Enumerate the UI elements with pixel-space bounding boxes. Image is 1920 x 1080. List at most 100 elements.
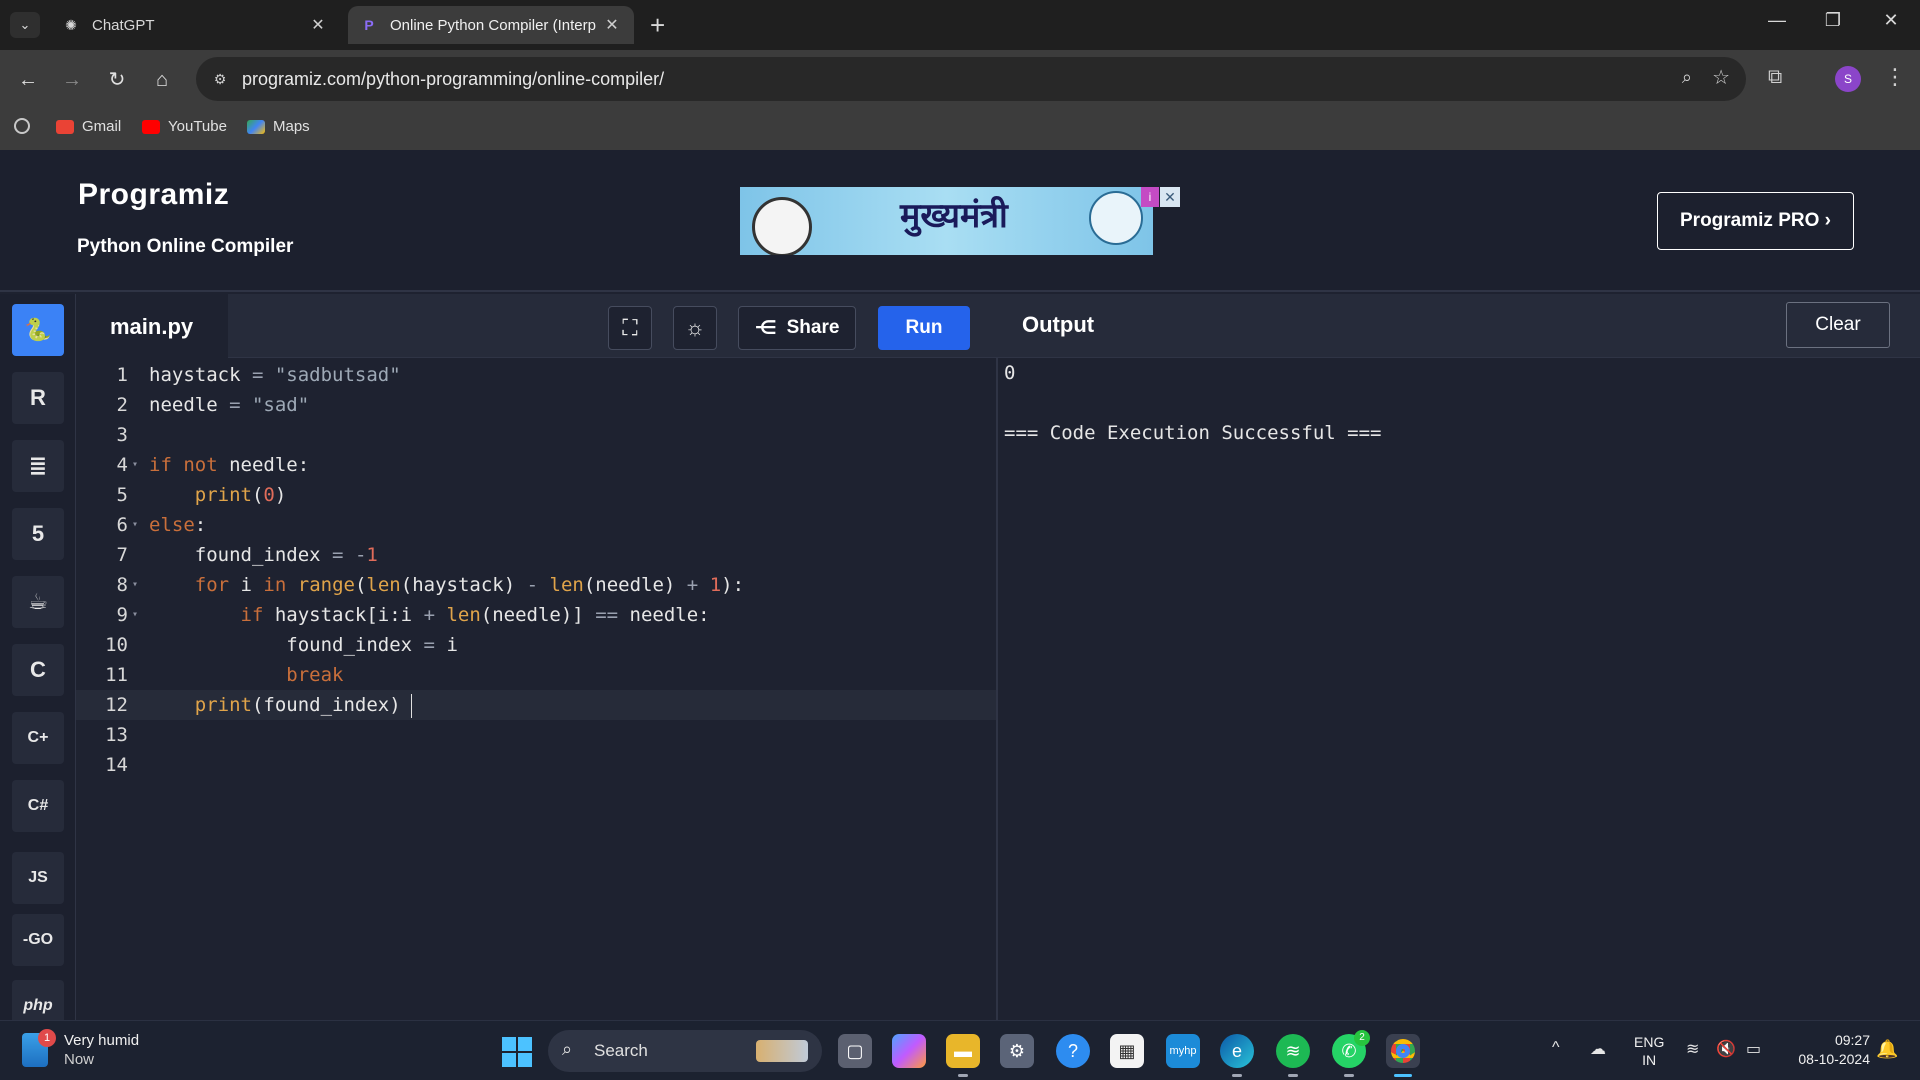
chrome-icon[interactable]: [1386, 1034, 1420, 1077]
close-icon[interactable]: ✕: [602, 15, 622, 35]
system-clock[interactable]: 09:27 08-10-2024: [1786, 1031, 1870, 1069]
html5-icon[interactable]: 5: [12, 508, 64, 560]
bookmark-star-icon[interactable]: ☆: [1712, 65, 1730, 90]
js-icon[interactable]: JS: [12, 852, 64, 904]
restore-icon[interactable]: ❐: [1818, 10, 1848, 31]
programiz-page: Programiz Python Online Compiler मुख्यमं…: [0, 150, 1920, 1032]
output-console[interactable]: 0 === Code Execution Successful ===: [1004, 358, 1382, 448]
window-close-icon[interactable]: ✕: [1876, 10, 1906, 31]
url-text[interactable]: programiz.com/python-programming/online-…: [242, 69, 664, 90]
file-tab-main-py[interactable]: main.py: [76, 294, 228, 359]
tab-chatgpt[interactable]: ✺ ChatGPT ✕: [50, 6, 340, 44]
code-line[interactable]: 1 haystack = "sadbutsad": [76, 360, 996, 390]
fold-arrow-icon[interactable]: ▾: [132, 600, 142, 630]
new-tab-button[interactable]: +: [650, 10, 665, 40]
code-line[interactable]: 7 found_index = -1: [76, 540, 996, 570]
whatsapp-badge: 2: [1354, 1030, 1370, 1046]
code-line[interactable]: 9 ▾ if haystack[i:i + len(needle)] == nee…: [76, 600, 996, 630]
notification-bell-icon[interactable]: 🔔: [1876, 1039, 1898, 1060]
zoom-icon[interactable]: ⌕: [1682, 67, 1692, 88]
python-icon[interactable]: 🐍: [12, 304, 64, 356]
extensions-icon[interactable]: ⧉: [1768, 66, 1782, 89]
code-line[interactable]: 12 print(found_index): [76, 690, 996, 720]
code-line[interactable]: 14: [76, 750, 996, 780]
task-view-icon[interactable]: ▢: [838, 1034, 872, 1068]
editor-toolbar: main.py ⛶ ☼ ⋲ Share Run: [76, 294, 998, 359]
code-line[interactable]: 10 found_index = i: [76, 630, 996, 660]
bookmark-gmail[interactable]: Gmail: [56, 118, 121, 135]
bookmark-maps[interactable]: Maps: [247, 118, 310, 135]
fold-arrow-icon[interactable]: ▾: [132, 450, 142, 480]
windows-start-icon[interactable]: [502, 1037, 532, 1067]
whatsapp-icon[interactable]: ✆ 2: [1332, 1030, 1370, 1077]
code-editor[interactable]: 1 haystack = "sadbutsad" 2 needle = "sad" 3 4…: [76, 358, 998, 1020]
code-line[interactable]: 11 break: [76, 660, 996, 690]
code-line[interactable]: 13: [76, 720, 996, 750]
programiz-pro-button[interactable]: Programiz PRO ›: [1657, 192, 1854, 250]
page-subtitle: Python Online Compiler: [77, 236, 294, 257]
line-number: 8: [116, 574, 128, 596]
forward-icon[interactable]: →: [58, 66, 86, 94]
microsoft-store-icon[interactable]: ▦: [1110, 1034, 1144, 1068]
edge-icon[interactable]: e: [1220, 1034, 1254, 1077]
run-button[interactable]: Run: [878, 306, 970, 350]
code-line[interactable]: 2 needle = "sad": [76, 390, 996, 420]
taskbar-search[interactable]: ⌕ Search: [548, 1030, 822, 1072]
weather-widget[interactable]: Very humid Now: [64, 1031, 139, 1069]
copilot-icon[interactable]: [892, 1034, 926, 1068]
close-icon[interactable]: ✕: [308, 15, 328, 35]
reload-icon[interactable]: ↻: [103, 66, 131, 94]
ad-info-icon[interactable]: i: [1141, 187, 1159, 207]
fullscreen-icon[interactable]: ⛶: [608, 306, 652, 350]
line-number: 12: [105, 694, 128, 716]
apps-globe-icon[interactable]: [14, 118, 38, 134]
spotify-icon[interactable]: ≋: [1276, 1034, 1310, 1077]
r-icon[interactable]: R: [12, 372, 64, 424]
fold-arrow-icon[interactable]: ▾: [132, 570, 142, 600]
fold-arrow-icon[interactable]: ▾: [132, 510, 142, 540]
back-icon[interactable]: ←: [14, 66, 42, 94]
clear-button[interactable]: Clear: [1786, 302, 1890, 348]
wifi-icon[interactable]: ≋: [1686, 1039, 1699, 1059]
c-icon[interactable]: C: [12, 644, 64, 696]
java-icon[interactable]: ☕: [12, 576, 64, 628]
csharp-icon[interactable]: C#: [12, 780, 64, 832]
share-button[interactable]: ⋲ Share: [738, 306, 856, 350]
advertisement-banner[interactable]: मुख्यमंत्री: [740, 187, 1153, 255]
volume-muted-icon[interactable]: 🔇: [1716, 1039, 1736, 1059]
show-hidden-icons-icon[interactable]: ^: [1552, 1039, 1560, 1057]
line-number: 11: [105, 664, 128, 686]
myhp-icon[interactable]: myhp: [1166, 1034, 1200, 1068]
site-info-icon[interactable]: ⚙: [206, 65, 234, 93]
code-line[interactable]: 3: [76, 420, 996, 450]
address-bar[interactable]: ⚙ programiz.com/python-programming/onlin…: [196, 57, 1746, 101]
output-header: Output Clear: [998, 294, 1920, 358]
bookmark-youtube[interactable]: YouTube: [142, 118, 227, 135]
ad-close-icon[interactable]: ✕: [1160, 187, 1180, 207]
onedrive-cloud-icon[interactable]: ☁: [1590, 1039, 1606, 1059]
profile-avatar[interactable]: S: [1835, 66, 1861, 92]
programiz-logo[interactable]: Programiz: [78, 178, 229, 212]
get-help-icon[interactable]: ?: [1056, 1034, 1090, 1068]
go-icon[interactable]: -GO: [12, 914, 64, 966]
line-number: 6: [116, 514, 128, 536]
input-language-indicator[interactable]: ENG IN: [1634, 1033, 1664, 1069]
code-line[interactable]: 8 ▾ for i in range(len(haystack) - len(ne…: [76, 570, 996, 600]
database-icon[interactable]: ≣: [12, 440, 64, 492]
minimize-icon[interactable]: —: [1762, 10, 1792, 31]
theme-toggle-icon[interactable]: ☼: [673, 306, 717, 350]
code-line[interactable]: 5 print(0): [76, 480, 996, 510]
cpp-icon[interactable]: C+: [12, 712, 64, 764]
tab-online-python-compiler[interactable]: P Online Python Compiler (Interp ✕: [348, 6, 634, 44]
home-icon[interactable]: ⌂: [148, 66, 176, 94]
menu-kebab-icon[interactable]: ⋮: [1884, 64, 1906, 90]
settings-icon[interactable]: ⚙: [1000, 1034, 1034, 1068]
battery-icon[interactable]: ▭: [1746, 1039, 1761, 1059]
code-line[interactable]: 6 ▾ else:: [76, 510, 996, 540]
code-text: needle = "sad": [149, 394, 310, 416]
language-code: ENG: [1634, 1034, 1665, 1050]
tab-search-menu-button[interactable]: ⌄: [10, 12, 40, 38]
file-explorer-icon[interactable]: ▬: [946, 1034, 980, 1077]
weather-time: Now: [64, 1051, 95, 1068]
code-line[interactable]: 4 ▾ if not needle:: [76, 450, 996, 480]
